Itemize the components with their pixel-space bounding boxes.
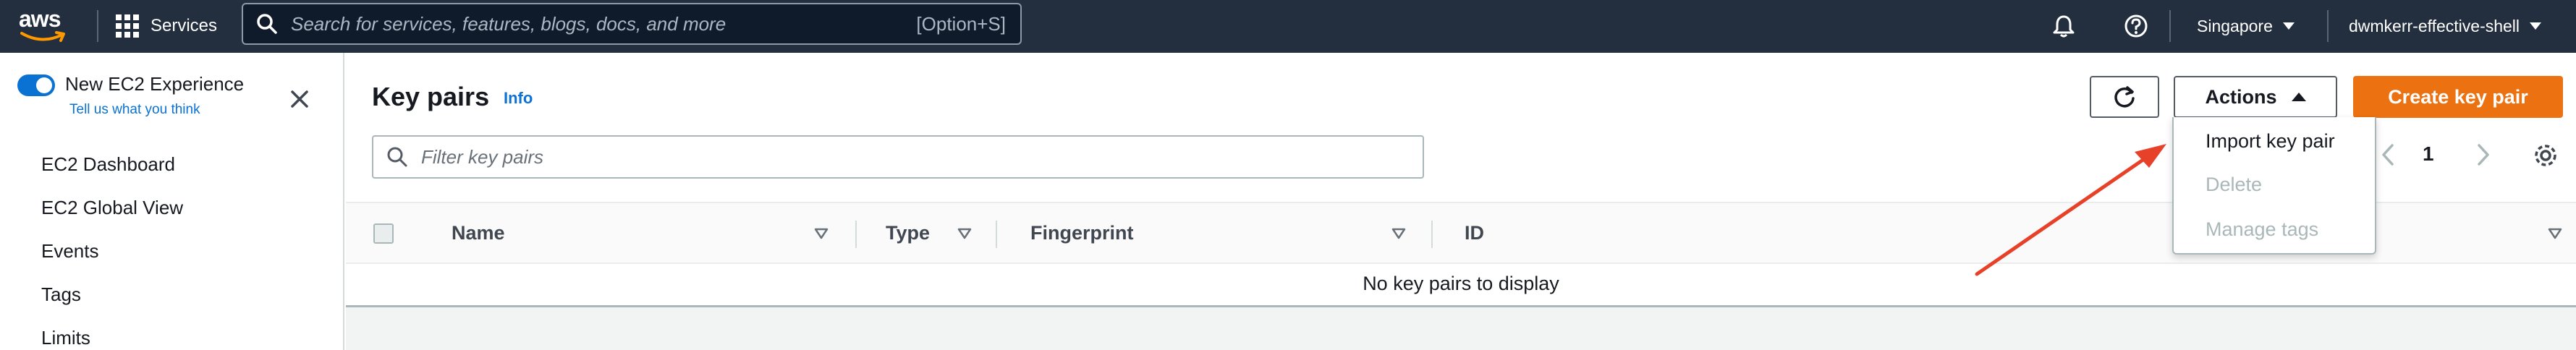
settings-icon[interactable] [2531, 141, 2560, 170]
create-key-pair-button[interactable]: Create key pair [2353, 76, 2563, 118]
filter-key-pairs-input[interactable] [421, 145, 1423, 168]
search-shortcut-hint: [Option+S] [916, 12, 1006, 35]
menu-item-manage-tags: Manage tags [2206, 218, 2319, 240]
top-navigation: aws Services [Option+S] [0, 0, 2576, 53]
feedback-link[interactable]: Tell us what you think [69, 102, 200, 118]
region-selector[interactable]: Singapore [2197, 10, 2295, 42]
bell-icon[interactable] [2048, 10, 2080, 42]
region-label: Singapore [2197, 16, 2273, 35]
filter-bar[interactable] [372, 135, 1424, 179]
menu-item-import-key-pair[interactable]: Import key pair [2206, 130, 2335, 153]
sort-icon[interactable] [812, 225, 831, 242]
account-menu[interactable]: dwmkerr-effective-shell [2349, 10, 2542, 42]
caret-up-icon [2291, 93, 2306, 101]
column-separator[interactable] [996, 221, 997, 248]
services-menu-button[interactable]: Services [116, 10, 217, 42]
sort-icon[interactable] [2546, 225, 2564, 242]
close-icon[interactable] [285, 85, 314, 114]
actions-label: Actions [2205, 85, 2277, 108]
sidebar-item-events[interactable]: Events [41, 240, 99, 262]
column-header-name[interactable]: Name [452, 222, 505, 244]
refresh-button[interactable] [2090, 76, 2159, 118]
account-label: dwmkerr-effective-shell [2349, 16, 2520, 35]
page-title: Key pairs [372, 82, 490, 111]
column-separator[interactable] [1431, 221, 1433, 248]
sort-icon[interactable] [955, 225, 974, 242]
aws-smile-icon [20, 31, 65, 42]
search-icon [243, 4, 291, 43]
chevron-left-icon[interactable] [2378, 142, 2399, 167]
toggle-knob [36, 77, 52, 93]
help-icon[interactable] [2120, 10, 2152, 42]
actions-button[interactable]: Actions [2174, 76, 2337, 118]
nav-divider [97, 10, 98, 42]
chevron-right-icon[interactable] [2472, 142, 2494, 167]
column-separator[interactable] [855, 221, 857, 248]
global-search-bar[interactable]: [Option+S] [242, 3, 1022, 45]
global-search-input[interactable] [291, 12, 917, 35]
sidebar-item-ec2-global-view[interactable]: EC2 Global View [41, 197, 183, 219]
aws-logo-text: aws [19, 6, 61, 32]
chevron-down-icon [2282, 22, 2295, 30]
page-number[interactable]: 1 [2423, 142, 2434, 166]
sort-icon[interactable] [1389, 225, 1408, 242]
search-icon [373, 146, 421, 168]
side-navigation: New EC2 Experience Tell us what you thin… [0, 53, 344, 350]
sidebar-item-limits[interactable]: Limits [41, 327, 90, 349]
services-label: Services [151, 16, 218, 35]
refresh-icon [2114, 86, 2135, 108]
select-all-checkbox[interactable] [373, 223, 394, 244]
nav-divider [2327, 10, 2329, 42]
aws-logo[interactable]: aws [19, 6, 72, 46]
sidebar-item-tags[interactable]: Tags [41, 283, 81, 306]
chevron-down-icon [2530, 22, 2542, 30]
sidebar-item-ec2-dashboard[interactable]: EC2 Dashboard [41, 153, 175, 176]
new-experience-toggle[interactable] [17, 74, 55, 96]
grid-icon [116, 14, 139, 38]
new-experience-label: New EC2 Experience [65, 73, 245, 95]
nav-divider [2169, 10, 2171, 42]
column-header-id[interactable]: ID [1465, 222, 1484, 244]
actions-dropdown-menu: Import key pair Delete Manage tags [2172, 117, 2376, 255]
menu-item-delete: Delete [2206, 174, 2263, 195]
column-header-type[interactable]: Type [886, 222, 930, 244]
info-link[interactable]: Info [504, 89, 533, 108]
column-header-fingerprint[interactable]: Fingerprint [1030, 222, 1134, 244]
empty-state-message: No key pairs to display [1363, 273, 1559, 294]
